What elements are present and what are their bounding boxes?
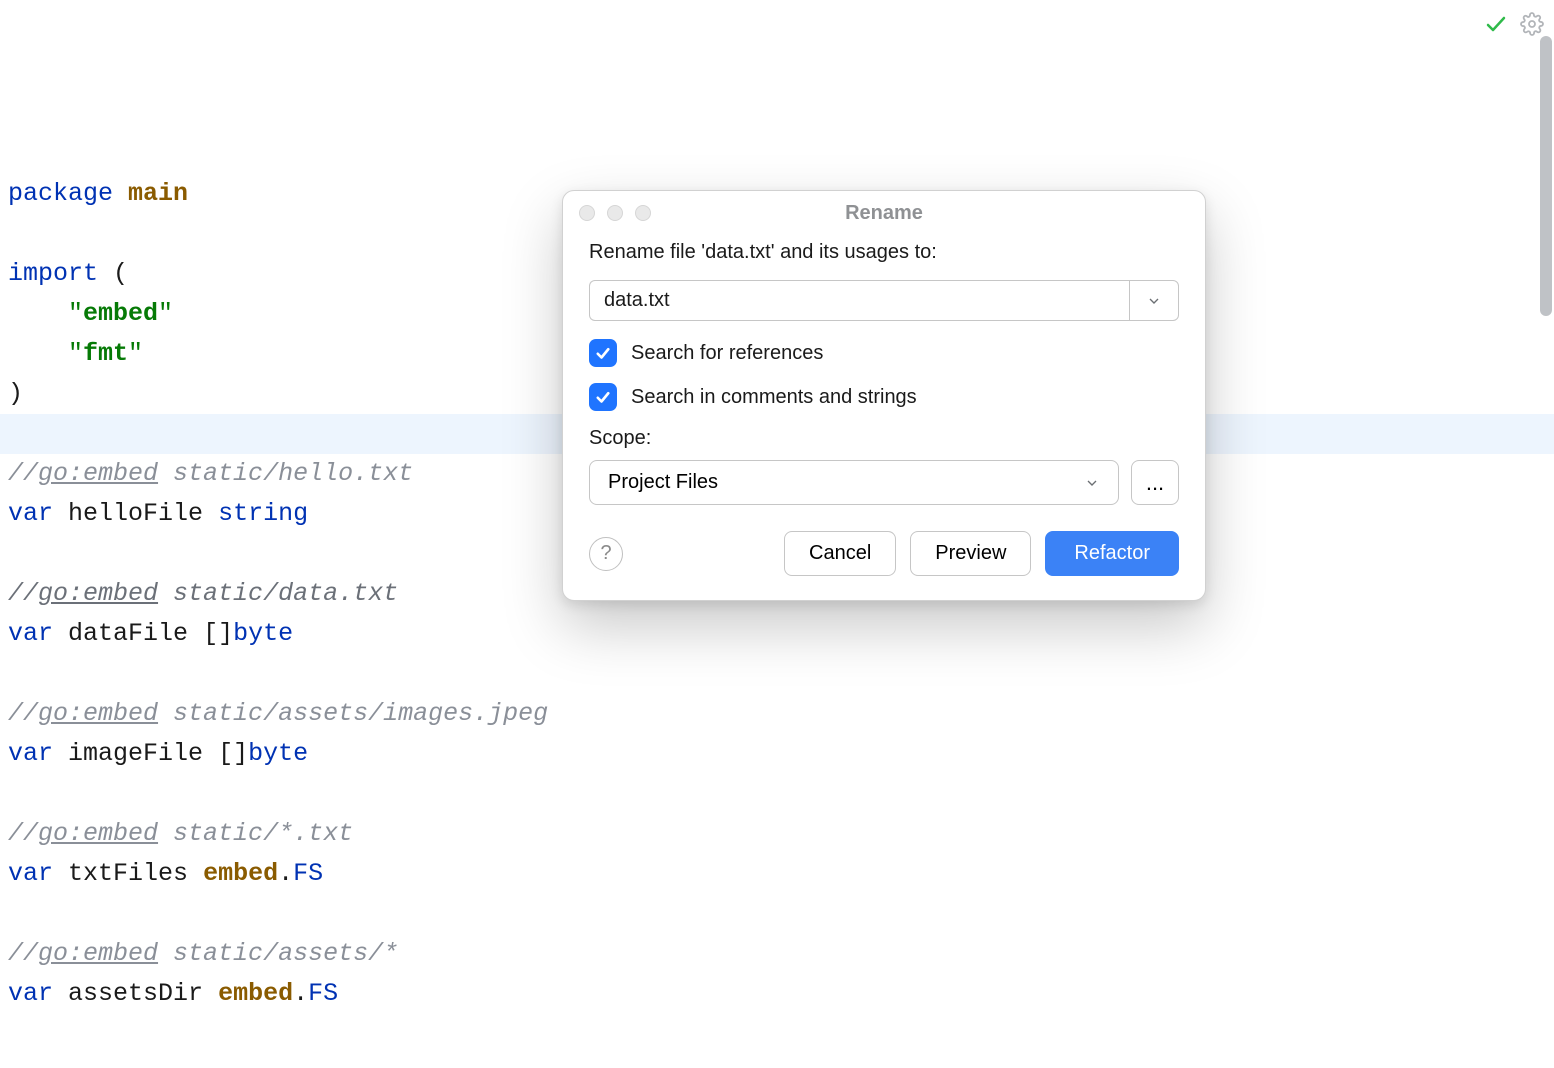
embed-directive-1: //go:embed static/hello.txt (8, 459, 413, 488)
package-name: main (128, 179, 188, 208)
import-embed: "embed" (68, 299, 173, 328)
search-comments-label: Search in comments and strings (631, 386, 917, 409)
traffic-lights (579, 205, 651, 221)
minimize-window-icon[interactable] (607, 205, 623, 221)
check-icon (594, 388, 612, 406)
gear-icon[interactable] (1520, 12, 1544, 41)
import-fmt: "fmt" (68, 339, 143, 368)
close-window-icon[interactable] (579, 205, 595, 221)
search-references-checkbox-row[interactable]: Search for references (589, 339, 1179, 367)
keyword-package: package (8, 179, 113, 208)
scope-browse-button[interactable]: ... (1131, 460, 1179, 505)
search-comments-checkbox-row[interactable]: Search in comments and strings (589, 383, 1179, 411)
help-button[interactable]: ? (589, 537, 623, 571)
preview-button[interactable]: Preview (910, 531, 1031, 576)
embed-directive-4: //go:embed static/*.txt (8, 819, 353, 848)
scrollbar-thumb[interactable] (1540, 36, 1552, 316)
search-comments-checkbox[interactable] (589, 383, 617, 411)
rename-input[interactable] (589, 280, 1129, 321)
embed-directive-3: //go:embed static/assets/images.jpeg (8, 699, 548, 728)
editor-top-icons (1484, 12, 1544, 41)
zoom-window-icon[interactable] (635, 205, 651, 221)
scope-select[interactable]: Project Files (589, 460, 1119, 505)
rename-dialog: Rename Rename file 'data.txt' and its us… (562, 190, 1206, 601)
chevron-down-icon (1084, 475, 1100, 491)
cancel-button[interactable]: Cancel (784, 531, 896, 576)
rename-history-dropdown[interactable] (1129, 280, 1179, 321)
dialog-titlebar[interactable]: Rename (563, 191, 1205, 231)
embed-directive-5: //go:embed static/assets/* (8, 939, 398, 968)
rename-prompt: Rename file 'data.txt' and its usages to… (589, 241, 1179, 264)
search-references-label: Search for references (631, 342, 823, 365)
check-icon (594, 344, 612, 362)
refactor-button[interactable]: Refactor (1045, 531, 1179, 576)
search-references-checkbox[interactable] (589, 339, 617, 367)
dialog-title: Rename (563, 202, 1205, 225)
scope-value: Project Files (608, 471, 718, 494)
embed-directive-2: //go:embed static/data.txt (8, 579, 398, 608)
keyword-import: import (8, 259, 98, 288)
check-icon[interactable] (1484, 12, 1508, 41)
chevron-down-icon (1146, 293, 1162, 309)
scope-label: Scope: (589, 427, 1179, 450)
